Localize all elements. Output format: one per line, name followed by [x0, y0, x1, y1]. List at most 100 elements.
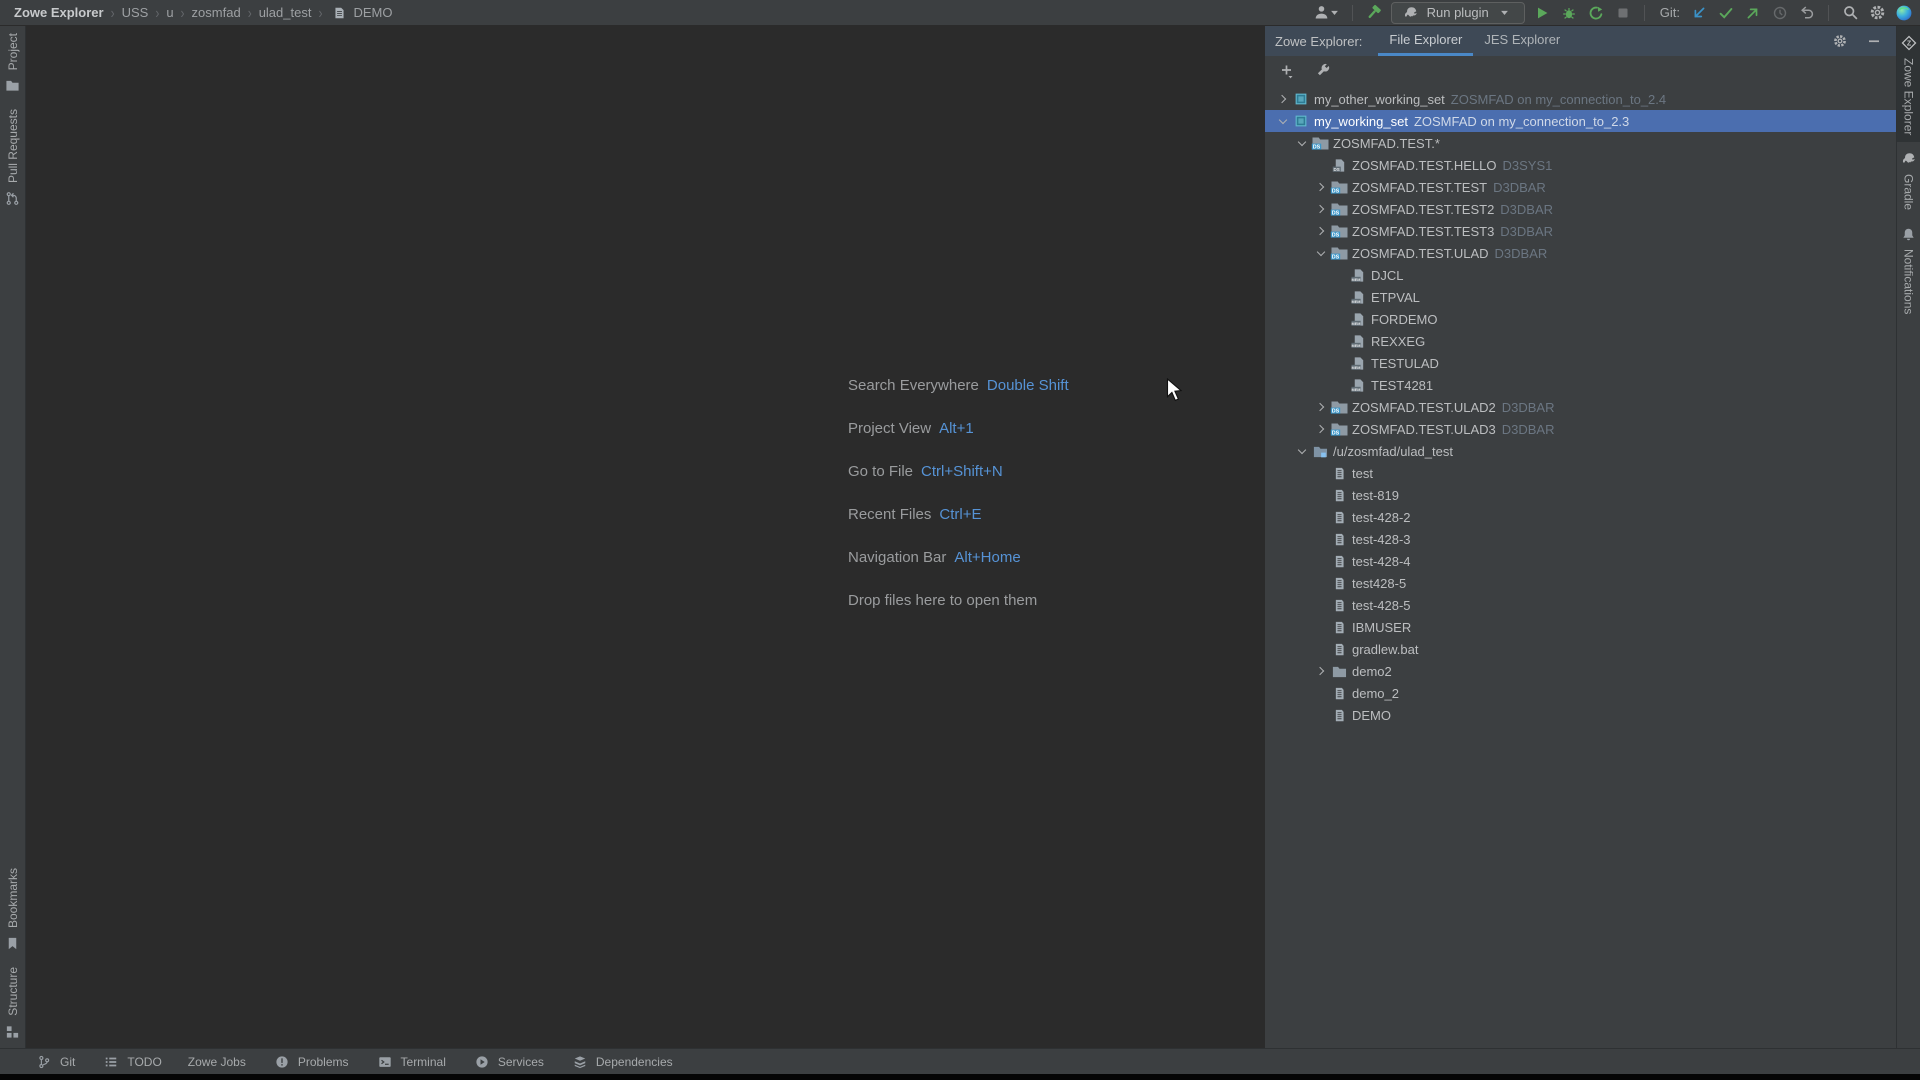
tree-node-label: my_other_working_set	[1314, 92, 1445, 107]
editor-shortcut-hints: Search EverywhereDouble ShiftProject Vie…	[848, 364, 1069, 622]
tree-row[interactable]: demo2	[1265, 660, 1896, 682]
gear-icon[interactable]	[1830, 31, 1850, 51]
history-icon[interactable]	[1770, 3, 1790, 23]
profiler-icon[interactable]	[1586, 3, 1606, 23]
tab-jes-explorer[interactable]: JES Explorer	[1473, 26, 1571, 56]
statusbar-item-todo[interactable]: TODO	[101, 1052, 161, 1072]
statusbar-item-problems[interactable]: Problems	[272, 1052, 349, 1072]
breadcrumb-item[interactable]: DEMO	[329, 3, 392, 23]
panel-title: Zowe Explorer:	[1265, 34, 1362, 49]
rollback-icon[interactable]	[1797, 3, 1817, 23]
tree-row[interactable]: DSZOSMFAD.TEST.TEST2D3DBAR	[1265, 198, 1896, 220]
chevron-down-icon[interactable]	[1294, 132, 1310, 154]
breadcrumb-item-label: DEMO	[353, 5, 392, 20]
chevron-right-icon[interactable]	[1313, 176, 1329, 198]
statusbar-item-services[interactable]: Services	[472, 1052, 544, 1072]
breadcrumb-item[interactable]: zosmfad	[192, 5, 241, 20]
tree-row[interactable]: test-428-5	[1265, 594, 1896, 616]
shortcut-keys: Alt+Home	[954, 549, 1020, 566]
tree-row[interactable]: DSZOSMFAD.TEST.TEST3D3DBAR	[1265, 220, 1896, 242]
sidebar-item-structure[interactable]: Structure	[0, 960, 25, 1048]
breadcrumb: Zowe Explorer›USS›u›zosmfad›ulad_test›DE…	[0, 3, 392, 23]
tree-row[interactable]: my_working_setZOSMFAD on my_connection_t…	[1265, 110, 1896, 132]
working-set-icon	[1291, 114, 1311, 128]
minimize-icon[interactable]	[1864, 31, 1884, 51]
breadcrumb-item[interactable]: ulad_test	[259, 5, 312, 20]
chevron-right-icon[interactable]	[1275, 88, 1291, 110]
chevron-right-icon[interactable]	[1313, 198, 1329, 220]
tree-row[interactable]: gradlew.bat	[1265, 638, 1896, 660]
toolwindow-button-gradle[interactable]: Gradle	[1897, 142, 1920, 217]
tree-row[interactable]: MEMDJCL	[1265, 264, 1896, 286]
search-icon[interactable]	[1840, 3, 1860, 23]
tree-row[interactable]: test-428-4	[1265, 550, 1896, 572]
tree-node-label: demo_2	[1352, 686, 1399, 701]
tree-row[interactable]: DSZOSMFAD.TEST.*	[1265, 132, 1896, 154]
tree-row[interactable]: test-819	[1265, 484, 1896, 506]
run-configuration-select[interactable]: Run plugin	[1391, 2, 1525, 24]
tree-row[interactable]: MEMFORDEMO	[1265, 308, 1896, 330]
tree-row[interactable]: test	[1265, 462, 1896, 484]
sidebar-item-project[interactable]: Project	[0, 26, 25, 102]
statusbar-item-label: Terminal	[401, 1055, 446, 1069]
tree-row[interactable]: /u/zosmfad/ulad_test	[1265, 440, 1896, 462]
update-icon[interactable]	[1689, 3, 1709, 23]
tree-row[interactable]: test428-5	[1265, 572, 1896, 594]
chevron-down-icon[interactable]	[1275, 110, 1291, 132]
debug-icon[interactable]	[1559, 3, 1579, 23]
chevron-right-icon[interactable]	[1313, 418, 1329, 440]
hammer-icon[interactable]	[1364, 3, 1384, 23]
chevron-down-icon[interactable]	[1294, 440, 1310, 462]
breadcrumb-item[interactable]: USS	[122, 5, 149, 20]
panel-tabs: File ExplorerJES Explorer	[1378, 26, 1571, 56]
toolwindow-button-zowe-explorer[interactable]: ZZowe Explorer	[1897, 26, 1920, 142]
tab-file-explorer[interactable]: File Explorer	[1378, 26, 1473, 56]
statusbar-item-zowe-jobs[interactable]: Zowe Jobs	[188, 1055, 246, 1069]
settings-icon[interactable]	[1867, 3, 1887, 23]
uss-file-icon	[1329, 620, 1349, 635]
tree-row[interactable]: test-428-2	[1265, 506, 1896, 528]
tree-row[interactable]: my_other_working_setZOSMFAD on my_connec…	[1265, 88, 1896, 110]
tree-row[interactable]: IBMUSER	[1265, 616, 1896, 638]
chevron-right-icon[interactable]	[1313, 396, 1329, 418]
tree-row[interactable]: demo_2	[1265, 682, 1896, 704]
tree-row[interactable]: DSZOSMFAD.TEST.ULADD3DBAR	[1265, 242, 1896, 264]
tree-row[interactable]: DEMO	[1265, 704, 1896, 726]
commit-icon[interactable]	[1716, 3, 1736, 23]
toolwindow-button-notifications[interactable]: Notifications	[1897, 217, 1920, 321]
push-icon[interactable]	[1743, 3, 1763, 23]
tree-row[interactable]: DSZOSMFAD.TEST.ULAD2D3DBAR	[1265, 396, 1896, 418]
tree-row[interactable]: DSZOSMFAD.TEST.HELLOD3SYS1	[1265, 154, 1896, 176]
uss-file-icon	[1329, 708, 1349, 723]
file-icon	[329, 3, 349, 23]
chevron-right-icon[interactable]	[1313, 220, 1329, 242]
chevron-right-icon[interactable]	[1313, 660, 1329, 682]
tree-row[interactable]: test-428-3	[1265, 528, 1896, 550]
stop-icon[interactable]	[1613, 3, 1633, 23]
breadcrumb-item[interactable]: Zowe Explorer	[14, 5, 104, 20]
play-icon[interactable]	[1532, 3, 1552, 23]
statusbar-item-git[interactable]: Git	[34, 1052, 75, 1072]
wrench-icon[interactable]	[1313, 61, 1333, 81]
tree-node-label: ZOSMFAD.TEST.TEST	[1352, 180, 1487, 195]
codewithme-icon[interactable]	[1894, 3, 1914, 23]
breadcrumb-item[interactable]: u	[166, 5, 173, 20]
tree-node-label: my_working_set	[1314, 114, 1408, 129]
statusbar-item-terminal[interactable]: Terminal	[375, 1052, 446, 1072]
tree-row[interactable]: MEMETPVAL	[1265, 286, 1896, 308]
tree-row[interactable]: MEMTEST4281	[1265, 374, 1896, 396]
tree-node-label: DJCL	[1371, 268, 1404, 283]
editor-empty-area[interactable]: Search EverywhereDouble ShiftProject Vie…	[26, 26, 1264, 1048]
statusbar-item-dependencies[interactable]: Dependencies	[570, 1052, 673, 1072]
services-icon	[472, 1052, 492, 1072]
tree-row[interactable]: DSZOSMFAD.TEST.TESTD3DBAR	[1265, 176, 1896, 198]
sidebar-item-bookmarks[interactable]: Bookmarks	[0, 861, 25, 960]
main-toolbar: Run pluginGit:	[1311, 2, 1920, 24]
sidebar-item-pull-requests[interactable]: Pull Requests	[0, 102, 25, 215]
tree-row[interactable]: DSZOSMFAD.TEST.ULAD3D3DBAR	[1265, 418, 1896, 440]
chevron-down-icon[interactable]	[1313, 242, 1329, 264]
tree-row[interactable]: MEMTESTULAD	[1265, 352, 1896, 374]
user-menu[interactable]	[1311, 3, 1341, 23]
add-icon[interactable]	[1277, 61, 1297, 81]
tree-row[interactable]: MEMREXXEG	[1265, 330, 1896, 352]
